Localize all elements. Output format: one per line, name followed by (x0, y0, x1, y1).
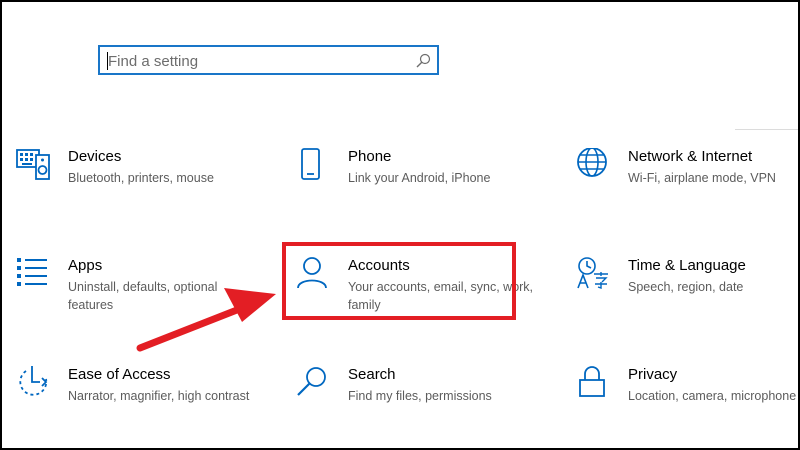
tile-description: Speech, region, date (628, 280, 744, 294)
settings-window: Devices Bluetooth, printers, mouse Phone… (0, 0, 800, 450)
accounts-highlight-box (282, 242, 516, 320)
globe-icon (577, 148, 607, 177)
tile-search[interactable]: Search Find my files, permissions (296, 366, 546, 436)
divider (735, 129, 798, 130)
tile-devices[interactable]: Devices Bluetooth, printers, mouse (16, 148, 266, 218)
tile-network-internet[interactable]: Network & Internet Wi-Fi, airplane mode,… (576, 148, 800, 218)
lock-icon (579, 366, 605, 397)
tile-ease-of-access[interactable]: Ease of Access Narrator, magnifier, high… (16, 366, 266, 436)
tile-time-language[interactable]: Time & Language Speech, region, date (576, 257, 800, 327)
tile-description: Wi-Fi, airplane mode, VPN (628, 171, 776, 185)
tile-privacy[interactable]: Privacy Location, camera, microphone (576, 366, 800, 436)
search-input[interactable] (108, 50, 408, 72)
magnifier-icon (297, 367, 326, 396)
tile-description: Find my files, permissions (348, 389, 492, 403)
tile-title: Network & Internet (628, 148, 753, 165)
search-box[interactable] (98, 45, 439, 75)
keyboard-speaker-icon (16, 149, 50, 180)
tile-title: Apps (68, 257, 103, 274)
tile-description: Bluetooth, printers, mouse (68, 171, 214, 185)
tile-phone[interactable]: Phone Link your Android, iPhone (296, 148, 546, 218)
tile-title: Time & Language (628, 257, 746, 274)
time-language-icon (577, 257, 608, 289)
apps-list-icon (17, 258, 47, 286)
tile-title: Search (348, 366, 396, 383)
red-arrow-icon (136, 288, 276, 352)
tile-title: Ease of Access (68, 366, 171, 383)
tile-title: Phone (348, 148, 392, 165)
phone-icon (301, 148, 320, 180)
tile-description: Narrator, magnifier, high contrast (68, 389, 250, 403)
ease-of-access-icon (19, 366, 48, 396)
tile-description: Link your Android, iPhone (348, 171, 491, 185)
tile-title: Privacy (628, 366, 678, 383)
tile-title: Devices (68, 148, 122, 165)
tile-description: Location, camera, microphone (628, 389, 797, 403)
search-icon[interactable] (415, 53, 431, 69)
